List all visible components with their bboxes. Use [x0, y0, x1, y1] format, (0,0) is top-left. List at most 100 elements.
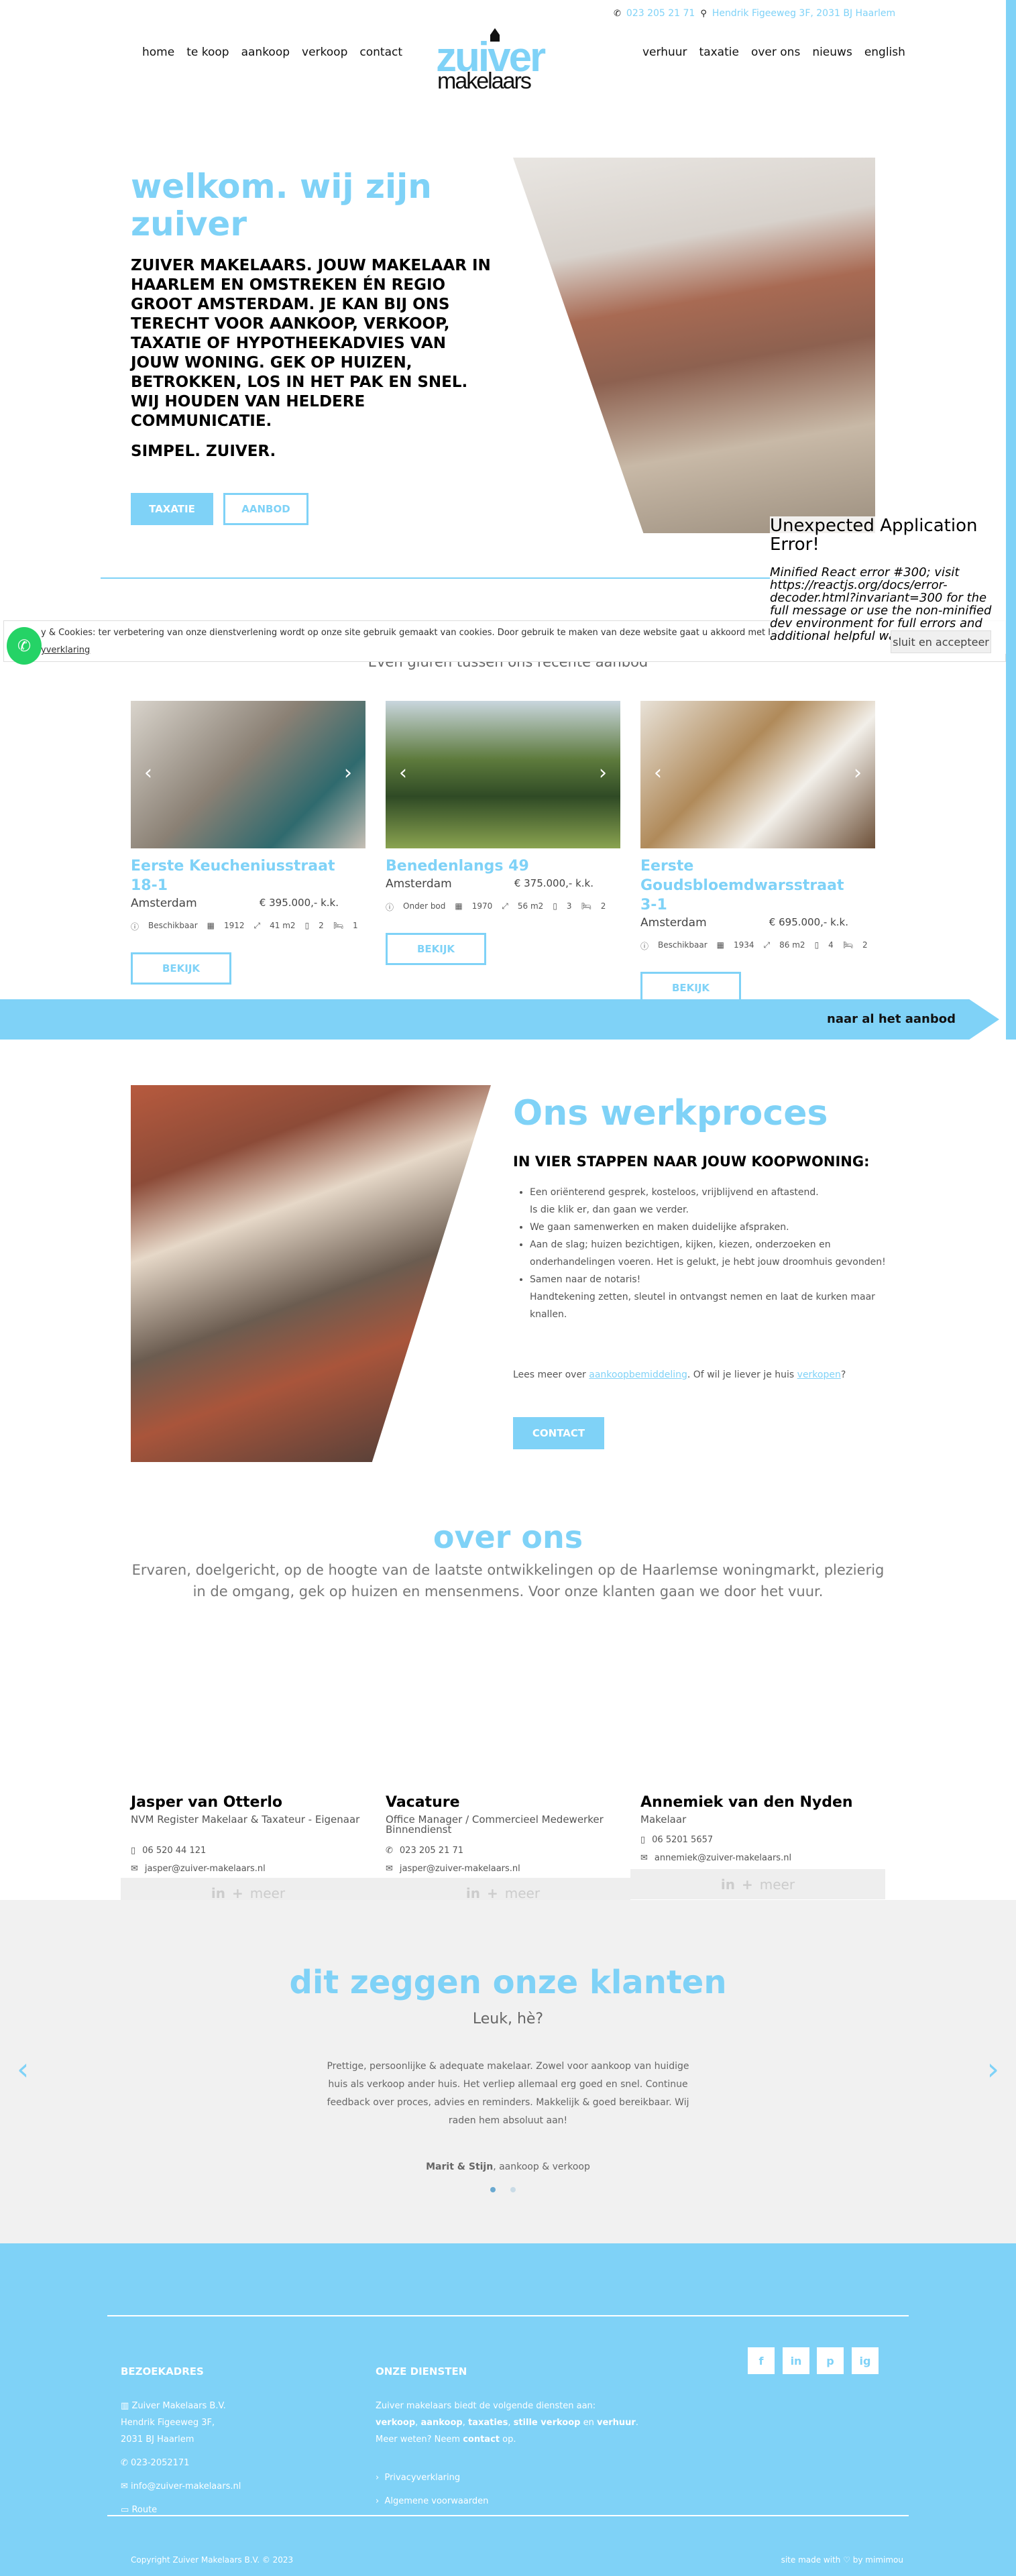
linkedin-icon[interactable]: in	[721, 1877, 735, 1893]
service-aankoop[interactable]: aankoop	[420, 2418, 462, 2428]
footer-divider	[107, 2515, 909, 2516]
privacy-link[interactable]: Privacyverklaring	[384, 2473, 460, 2483]
listing-card: ‹ › Benedenlangs 49 Amsterdam € 375.000,- …	[386, 701, 620, 965]
chevron-right-icon[interactable]: ›	[599, 761, 607, 785]
member-role: Office Manager / Commercieel Medewerker …	[386, 1813, 604, 1836]
info-icon: ⓘ	[131, 922, 139, 932]
member-email[interactable]: jasper@zuiver-makelaars.nl	[400, 1864, 520, 1874]
listing-meta: ⓘ Beschikbaar ▦ 1912 ⤢ 41 m2 ▯ 2 🛏 1	[131, 921, 365, 932]
footer-services: Zuiver makelaars biedt de volgende diens…	[376, 2401, 638, 2506]
nav-nieuws[interactable]: nieuws	[812, 46, 852, 59]
privacy-link[interactable]: yverklaring	[41, 645, 90, 655]
aanbod-button[interactable]: AANBOD	[223, 493, 308, 525]
hero-street-photo	[513, 158, 875, 533]
chevron-right-icon[interactable]: ›	[987, 2051, 999, 2087]
bekijk-button[interactable]: BEKIJK	[640, 972, 741, 1004]
listing-photo[interactable]: ‹ ›	[131, 701, 365, 848]
made-with[interactable]: site made with ♡ by mimimou	[781, 2553, 903, 2567]
listing-status: Onder bod	[403, 901, 446, 911]
chevron-left-icon[interactable]: ‹	[144, 761, 152, 785]
slide-dot[interactable]	[510, 2187, 516, 2192]
calendar-icon: ▦	[716, 940, 724, 950]
nav-te-koop[interactable]: te koop	[186, 46, 229, 59]
linkedin-icon[interactable]: in	[211, 1885, 225, 1901]
listing-area: 41 m2	[270, 921, 296, 930]
more-link[interactable]: meer	[250, 1885, 285, 1901]
taxatie-button[interactable]: TAXATIE	[131, 493, 213, 525]
listing-photo[interactable]: ‹ ›	[640, 701, 875, 848]
top-phone-link[interactable]: 023 205 21 71	[626, 8, 695, 19]
nav-home[interactable]: home	[142, 46, 174, 59]
testimonials: dit zeggen onze klanten Leuk, hè? ‹ › Pr…	[0, 1900, 1016, 2243]
linkedin-icon[interactable]: in	[466, 1885, 480, 1901]
contact-button[interactable]: CONTACT	[513, 1417, 604, 1449]
facebook-icon[interactable]: f	[748, 2347, 775, 2374]
linkedin-icon[interactable]: in	[783, 2347, 809, 2374]
all-listings-link[interactable]: naar al het aanbod	[827, 1012, 956, 1026]
aankoopbemiddeling-link[interactable]: aankoopbemiddeling	[589, 1369, 687, 1380]
team-member: Jasper van Otterlo NVM Register Makelaar…	[131, 1794, 365, 1874]
map-pin-icon: ⚲	[700, 8, 707, 19]
mobile-icon: ▯	[131, 1846, 136, 1856]
rooftops-photo	[131, 1085, 491, 1462]
listing-city: Amsterdam	[131, 897, 197, 910]
member-name: Annemiek van den Nyden	[640, 1794, 853, 1811]
werkproces-title: Ons werkproces	[513, 1093, 828, 1133]
member-phone[interactable]: 06 5201 5657	[652, 1835, 713, 1845]
all-listings-banner[interactable]: naar al het aanbod	[0, 999, 999, 1040]
nav-verkoop[interactable]: verkoop	[302, 46, 347, 59]
verkopen-link[interactable]: verkopen	[797, 1369, 841, 1380]
nav-verhuur[interactable]: verhuur	[642, 46, 687, 59]
service-verkoop[interactable]: verkoop	[376, 2418, 415, 2428]
footer-route[interactable]: Route	[131, 2505, 157, 2515]
nav-right: verhuur taxatie over ons nieuws english	[642, 46, 905, 59]
service-taxaties[interactable]: taxaties	[468, 2418, 508, 2428]
info-icon: ⓘ	[386, 903, 394, 912]
instagram-icon[interactable]: ig	[852, 2347, 879, 2374]
footer-email[interactable]: info@zuiver-makelaars.nl	[131, 2481, 241, 2491]
more-link[interactable]: meer	[505, 1885, 540, 1901]
listing-title[interactable]: Eerste Keucheniusstraat 18-1	[131, 856, 365, 895]
member-email[interactable]: jasper@zuiver-makelaars.nl	[145, 1864, 266, 1874]
chevron-right-icon[interactable]: ›	[854, 761, 862, 785]
bekijk-button[interactable]: BEKIJK	[386, 933, 486, 965]
error-title: Unexpected Application Error!	[770, 516, 978, 555]
hero-title: welkom. wij zijn zuiver	[131, 167, 432, 243]
chevron-left-icon[interactable]: ‹	[17, 2051, 29, 2087]
hero-slogan: SIMPEL. ZUIVER.	[131, 443, 276, 460]
slide-dot-active[interactable]	[490, 2187, 496, 2192]
service-verhuur[interactable]: verhuur	[597, 2418, 636, 2428]
calendar-icon: ▦	[207, 921, 215, 930]
member-phone[interactable]: 023 205 21 71	[400, 1846, 463, 1856]
bekijk-button[interactable]: BEKIJK	[131, 952, 231, 985]
listing-price: € 375.000,- k.k.	[514, 877, 594, 889]
terms-link[interactable]: Algemene voorwaarden	[384, 2496, 488, 2506]
top-address-link[interactable]: Hendrik Figeeweg 3F, 2031 BJ Haarlem	[712, 8, 895, 19]
service-stille-verkoop[interactable]: stille verkoop	[514, 2418, 581, 2428]
cookie-accept-button[interactable]: sluit en accepteer	[891, 630, 991, 653]
footer-phone[interactable]: 023-2052171	[131, 2458, 189, 2468]
footer-contact-link[interactable]: contact	[463, 2434, 500, 2445]
member-email[interactable]: annemiek@zuiver-makelaars.nl	[655, 1853, 791, 1863]
nav-contact[interactable]: contact	[359, 46, 402, 59]
nav-left: home te koop aankoop verkoop contact	[142, 46, 402, 59]
listing-rooms: 3	[566, 901, 572, 911]
listing-photo[interactable]: ‹ ›	[386, 701, 620, 848]
listing-title[interactable]: Eerste Goudsbloemdwarsstraat 3-1	[640, 856, 844, 915]
nav-over-ons[interactable]: over ons	[751, 46, 800, 59]
door-icon: ▯	[304, 921, 310, 930]
listing-title[interactable]: Benedenlangs 49	[386, 856, 620, 876]
chevron-left-icon[interactable]: ‹	[399, 761, 407, 785]
more-link[interactable]: meer	[760, 1877, 795, 1893]
member-phone[interactable]: 06 520 44 121	[142, 1846, 206, 1856]
nav-aankoop[interactable]: aankoop	[241, 46, 290, 59]
nav-taxatie[interactable]: taxatie	[699, 46, 739, 59]
pinterest-icon[interactable]: p	[817, 2347, 844, 2374]
chevron-left-icon[interactable]: ‹	[654, 761, 662, 785]
listing-card: ‹ › Eerste Keucheniusstraat 18-1 Amsterda…	[131, 701, 365, 985]
nav-english[interactable]: english	[864, 46, 905, 59]
phone-icon: ✆	[121, 2458, 128, 2468]
logo[interactable]: zuiver makelaars	[436, 27, 577, 94]
chevron-right-icon[interactable]: ›	[344, 761, 352, 785]
whatsapp-button[interactable]: ✆	[7, 627, 42, 665]
